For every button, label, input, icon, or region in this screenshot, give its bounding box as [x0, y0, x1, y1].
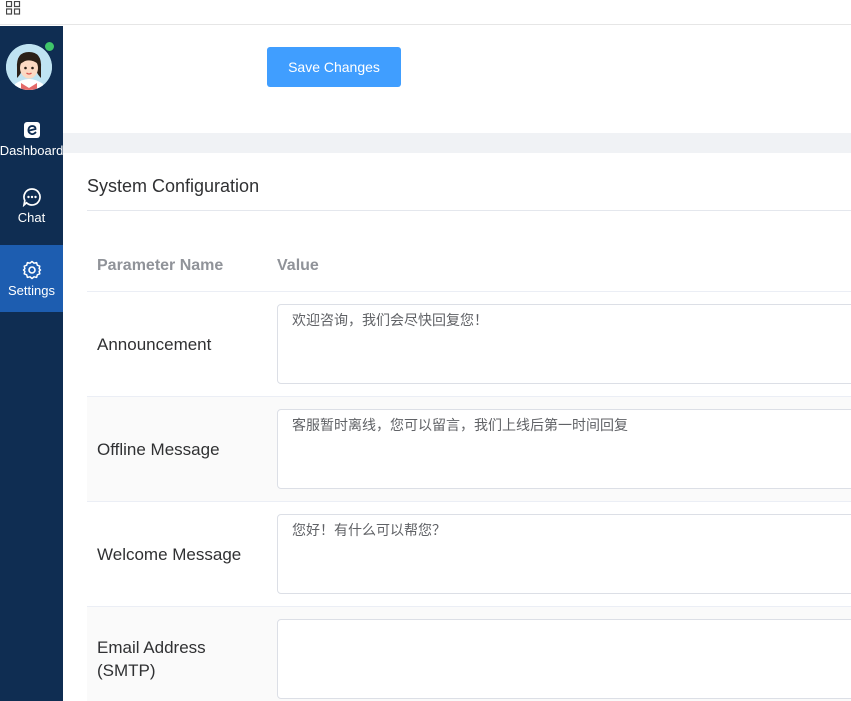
- save-changes-button[interactable]: Save Changes: [267, 47, 401, 87]
- table-row: Announcement 欢迎咨询，我们会尽快回复您！: [87, 292, 851, 397]
- table-row: Email Address (SMTP): [87, 607, 851, 701]
- column-header-value: Value: [277, 257, 319, 274]
- main-content: Save Changes System Configuration Parame…: [63, 26, 851, 701]
- nav-item-settings[interactable]: Settings: [0, 245, 63, 312]
- smtp-email-textarea[interactable]: [277, 619, 851, 699]
- gear-icon: [22, 260, 42, 280]
- announcement-textarea[interactable]: 欢迎咨询，我们会尽快回复您！: [277, 304, 851, 384]
- welcome-message-textarea[interactable]: 您好！有什么可以帮您？: [277, 514, 851, 594]
- avatar-image: [6, 44, 52, 90]
- table-row: Welcome Message 您好！有什么可以帮您？: [87, 502, 851, 607]
- online-status-dot: [44, 41, 55, 52]
- config-card: System Configuration Parameter Name Valu…: [63, 153, 851, 701]
- row-label-smtp-email: Email Address (SMTP): [97, 638, 206, 680]
- nav-label-dashboard: Dashboard: [0, 142, 63, 158]
- nav-label-settings: Settings: [8, 282, 55, 298]
- nav-item-chat[interactable]: Chat: [0, 172, 63, 239]
- page-title: System Configuration: [87, 176, 260, 196]
- dashboard-icon: [22, 120, 42, 140]
- column-header-name: Parameter Name: [97, 257, 224, 274]
- top-bar: [0, 0, 851, 25]
- table-row: Offline Message 客服暂时离线，您可以留言，我们上线后第一时间回复: [87, 397, 851, 502]
- chat-icon: [22, 187, 42, 207]
- title-divider: [87, 210, 851, 211]
- row-label-offline-message: Offline Message: [97, 439, 220, 459]
- table-header: Parameter Name Value: [87, 242, 851, 292]
- nav-label-chat: Chat: [17, 209, 46, 225]
- action-bar: Save Changes: [63, 26, 851, 133]
- apps-grid-icon[interactable]: [6, 1, 22, 15]
- nav-item-dashboard[interactable]: Dashboard: [0, 105, 63, 172]
- sidebar: Dashboard Chat Settings: [0, 26, 63, 701]
- user-avatar[interactable]: [6, 41, 55, 90]
- row-label-welcome-message: Welcome Message: [97, 544, 242, 564]
- row-label-announcement: Announcement: [97, 334, 212, 354]
- config-table: Parameter Name Value Announcement 欢迎咨询，我…: [87, 242, 851, 701]
- offline-message-textarea[interactable]: 客服暂时离线，您可以留言，我们上线后第一时间回复: [277, 409, 851, 489]
